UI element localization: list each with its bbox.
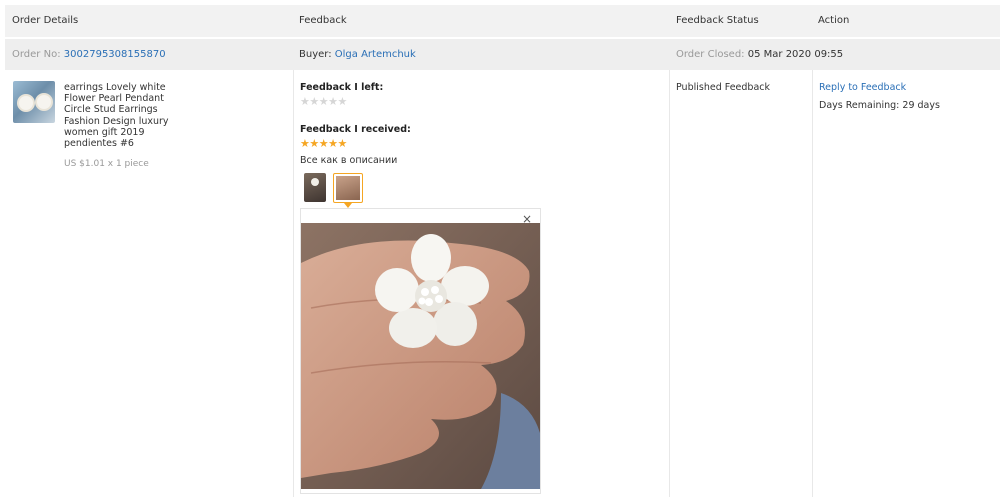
- buyer-label: Buyer:: [299, 49, 332, 60]
- order-closed: Order Closed: 05 Mar 2020 09:55: [676, 49, 843, 60]
- product-thumbnail[interactable]: [13, 81, 55, 123]
- order-info-bar: Order No: 3002795308155870 Buyer: Olga A…: [5, 39, 1000, 70]
- header-order-details: Order Details: [12, 15, 79, 26]
- feedback-received-text: Все как в описании: [300, 155, 398, 166]
- header-action: Action: [818, 15, 850, 26]
- feedback-received-stars: ★★★★★: [300, 137, 347, 150]
- order-closed-date: 05 Mar 2020 09:55: [747, 49, 844, 60]
- order-number-label: Order No:: [12, 49, 61, 60]
- product-title[interactable]: earrings Lovely white Flower Pearl Penda…: [64, 82, 174, 149]
- feedback-left-stars: ★★★★★: [300, 95, 347, 108]
- column-divider: [669, 70, 670, 497]
- header-feedback-status: Feedback Status: [676, 15, 759, 26]
- buyer-name-link[interactable]: Olga Artemchuk: [335, 49, 416, 60]
- header-feedback: Feedback: [299, 15, 347, 26]
- days-remaining: Days Remaining: 29 days: [819, 100, 940, 111]
- table-header: Order Details Feedback Feedback Status A…: [5, 5, 1000, 37]
- feedback-left-label: Feedback I left:: [300, 82, 384, 93]
- buyer: Buyer: Olga Artemchuk: [299, 49, 416, 60]
- feedback-photo-thumb-2[interactable]: [333, 173, 363, 203]
- feedback-photo: [301, 223, 540, 489]
- feedback-photo-thumb-1[interactable]: [304, 173, 326, 202]
- feedback-received-label: Feedback I received:: [300, 124, 411, 135]
- order-number-link[interactable]: 3002795308155870: [64, 49, 166, 60]
- product-price: US $1.01 x 1 piece: [64, 159, 149, 169]
- column-divider: [812, 70, 813, 497]
- column-divider: [293, 70, 294, 497]
- feedback-photo-preview: ×: [300, 208, 541, 494]
- order-number: Order No: 3002795308155870: [12, 49, 166, 60]
- reply-to-feedback-link[interactable]: Reply to Feedback: [819, 82, 906, 93]
- feedback-status-text: Published Feedback: [676, 82, 770, 93]
- order-closed-label: Order Closed:: [676, 49, 745, 60]
